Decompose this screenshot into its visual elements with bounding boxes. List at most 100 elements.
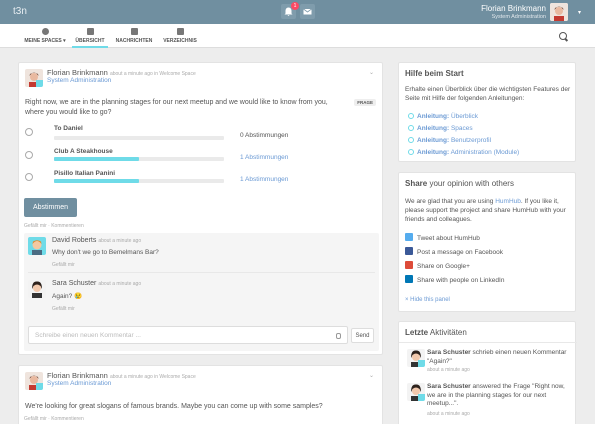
avatar[interactable]: [550, 3, 568, 21]
avatar[interactable]: [28, 280, 46, 298]
chevron-down-icon[interactable]: ⌄: [369, 69, 374, 76]
nav-label: MEINE SPACES ▾: [24, 38, 66, 44]
avatar[interactable]: [25, 372, 43, 390]
chevron-down-icon[interactable]: ⌄: [369, 372, 374, 379]
share-google-plus[interactable]: Share on Google+: [405, 261, 470, 270]
mail-icon: [130, 28, 138, 35]
send-button[interactable]: Send: [351, 328, 374, 343]
help-link[interactable]: Anleitung: Spaces: [408, 125, 473, 132]
poll-option-radio[interactable]: [25, 173, 33, 181]
user-name[interactable]: Florian Brinkmann: [481, 4, 546, 13]
post-author: Florian Brinkmann about a minute ago in …: [47, 68, 196, 77]
post-subtitle: System Administration: [47, 380, 112, 387]
help-text: Erhalte einen Überblick über die wichtig…: [405, 86, 571, 102]
post-card: Florian Brinkmann about a minute ago in …: [18, 365, 383, 424]
commenter-avatar-image: [28, 237, 46, 255]
comment-author-name[interactable]: David Roberts: [52, 237, 96, 244]
author-avatar-image: [25, 372, 43, 390]
post-subtitle: System Administration: [47, 77, 112, 84]
circle-icon: [408, 137, 414, 143]
comment-author: David Roberts about a minute ago: [52, 237, 141, 244]
circle-icon: [408, 113, 414, 119]
circle-icon: [408, 149, 414, 155]
activity-time: about a minute ago: [427, 411, 470, 417]
activity-item[interactable]: Sara Schuster schrieb einen neuen Kommen…: [427, 349, 573, 366]
post-actions[interactable]: Gefällt mir · Kommentieren: [24, 416, 84, 422]
post-meta: about a minute ago in Welcome Space: [109, 71, 196, 77]
post-text: We're looking for great slogans of famou…: [25, 403, 323, 410]
poll-question: Right now, we are in the planning stages…: [25, 99, 328, 116]
share-panel: Share your opinion with others We are gl…: [398, 172, 576, 312]
panel-title: Share your opinion with others: [405, 179, 514, 188]
divider: [28, 272, 375, 273]
nav-item-messages[interactable]: NACHRICHTEN: [114, 28, 154, 44]
user-avatar-image: [550, 3, 568, 21]
paperclip-icon[interactable]: [336, 333, 341, 339]
poll-vote-count[interactable]: 1 Abstimmungen: [240, 176, 288, 183]
nav-item-overview[interactable]: ÜBERSICHT: [72, 28, 108, 48]
poll-progress-bar: [54, 157, 224, 161]
comment-like-link[interactable]: Gefällt mir: [52, 262, 75, 268]
poll-option-label: Club A Steakhouse: [54, 148, 113, 155]
poll-progress-fill: [54, 179, 139, 183]
nav-label: NACHRICHTEN: [115, 38, 153, 44]
notification-badge: 1: [291, 2, 299, 10]
comment-author-name[interactable]: Sara Schuster: [52, 280, 96, 287]
poll-vote-count: 0 Abstimmungen: [240, 132, 289, 139]
panel-title: Letzte Aktivitäten: [405, 328, 467, 337]
share-text: We are glad that you are using HumHub. I…: [405, 198, 566, 223]
spaces-icon: [41, 28, 49, 35]
humhub-link[interactable]: HumHub: [495, 198, 521, 205]
user-menu-caret-icon[interactable]: ▾: [578, 9, 581, 16]
poll-post-card: Florian Brinkmann about a minute ago in …: [18, 62, 383, 355]
dashboard-icon: [86, 28, 94, 35]
post-actions[interactable]: Gefällt mir · Kommentieren: [24, 223, 84, 229]
activity-time: about a minute ago: [427, 367, 470, 373]
top-navbar: t3n 1 Florian Brinkmann System Administr…: [0, 0, 595, 24]
nav-item-my-spaces[interactable]: MEINE SPACES ▾: [22, 28, 68, 44]
comment-input[interactable]: Schreibe einen neuen Kommentar ...: [28, 326, 348, 344]
post-meta: about a minute ago in Welcome Space: [109, 374, 196, 380]
post-author: Florian Brinkmann about a minute ago in …: [47, 371, 196, 380]
post-author-name[interactable]: Florian Brinkmann: [47, 371, 108, 380]
comment-text: Again? 😢: [52, 293, 83, 300]
commenter-avatar-image: [28, 280, 46, 298]
help-link[interactable]: Anleitung: Benutzerprofil: [408, 137, 491, 144]
comments-section: David Roberts about a minute ago Why don…: [24, 233, 379, 351]
share-facebook[interactable]: Post a message on Facebook: [405, 247, 503, 256]
nav-item-directory[interactable]: VERZEICHNIS: [160, 28, 200, 44]
poll-progress-bar: [54, 179, 224, 183]
brand-logo[interactable]: t3n: [13, 6, 27, 17]
poll-vote-count[interactable]: 1 Abstimmungen: [240, 154, 288, 161]
avatar[interactable]: [407, 349, 425, 367]
comment-meta: about a minute ago: [98, 238, 142, 244]
google-plus-icon: [405, 261, 413, 269]
question-tag: FRAGE: [354, 99, 376, 106]
notifications-button[interactable]: 1: [281, 2, 299, 19]
comment-like-link[interactable]: Gefällt mir: [52, 306, 75, 312]
post-author-name[interactable]: Florian Brinkmann: [47, 68, 108, 77]
nav-label: VERZEICHNIS: [163, 38, 197, 44]
poll-option-radio[interactable]: [25, 151, 33, 159]
comment-meta: about a minute ago: [98, 281, 142, 287]
avatar[interactable]: [25, 69, 43, 87]
poll-option-radio[interactable]: [25, 128, 33, 136]
search-icon[interactable]: [559, 32, 567, 40]
nav-label: ÜBERSICHT: [75, 38, 105, 44]
messages-button[interactable]: [300, 4, 315, 19]
poll-option-label: Pisillo Italian Panini: [54, 170, 116, 177]
divider: [399, 342, 577, 343]
vote-button[interactable]: Abstimmen: [24, 198, 77, 217]
facebook-icon: [405, 247, 413, 255]
avatar[interactable]: [28, 237, 46, 255]
author-avatar-image: [25, 69, 43, 87]
circle-icon: [408, 125, 414, 131]
avatar[interactable]: [407, 383, 425, 401]
activity-item[interactable]: Sara Schuster answered the Frage "Right …: [427, 383, 573, 409]
comment-input-placeholder: Schreibe einen neuen Kommentar ...: [35, 332, 141, 339]
share-twitter[interactable]: Tweet about HumHub: [405, 233, 480, 242]
share-linkedin[interactable]: Share with people on LinkedIn: [405, 275, 504, 284]
hide-panel-link[interactable]: × Hide this panel: [405, 297, 450, 303]
help-link[interactable]: Anleitung: Administration (Module): [408, 149, 519, 156]
help-link[interactable]: Anleitung: Überblick: [408, 113, 478, 120]
